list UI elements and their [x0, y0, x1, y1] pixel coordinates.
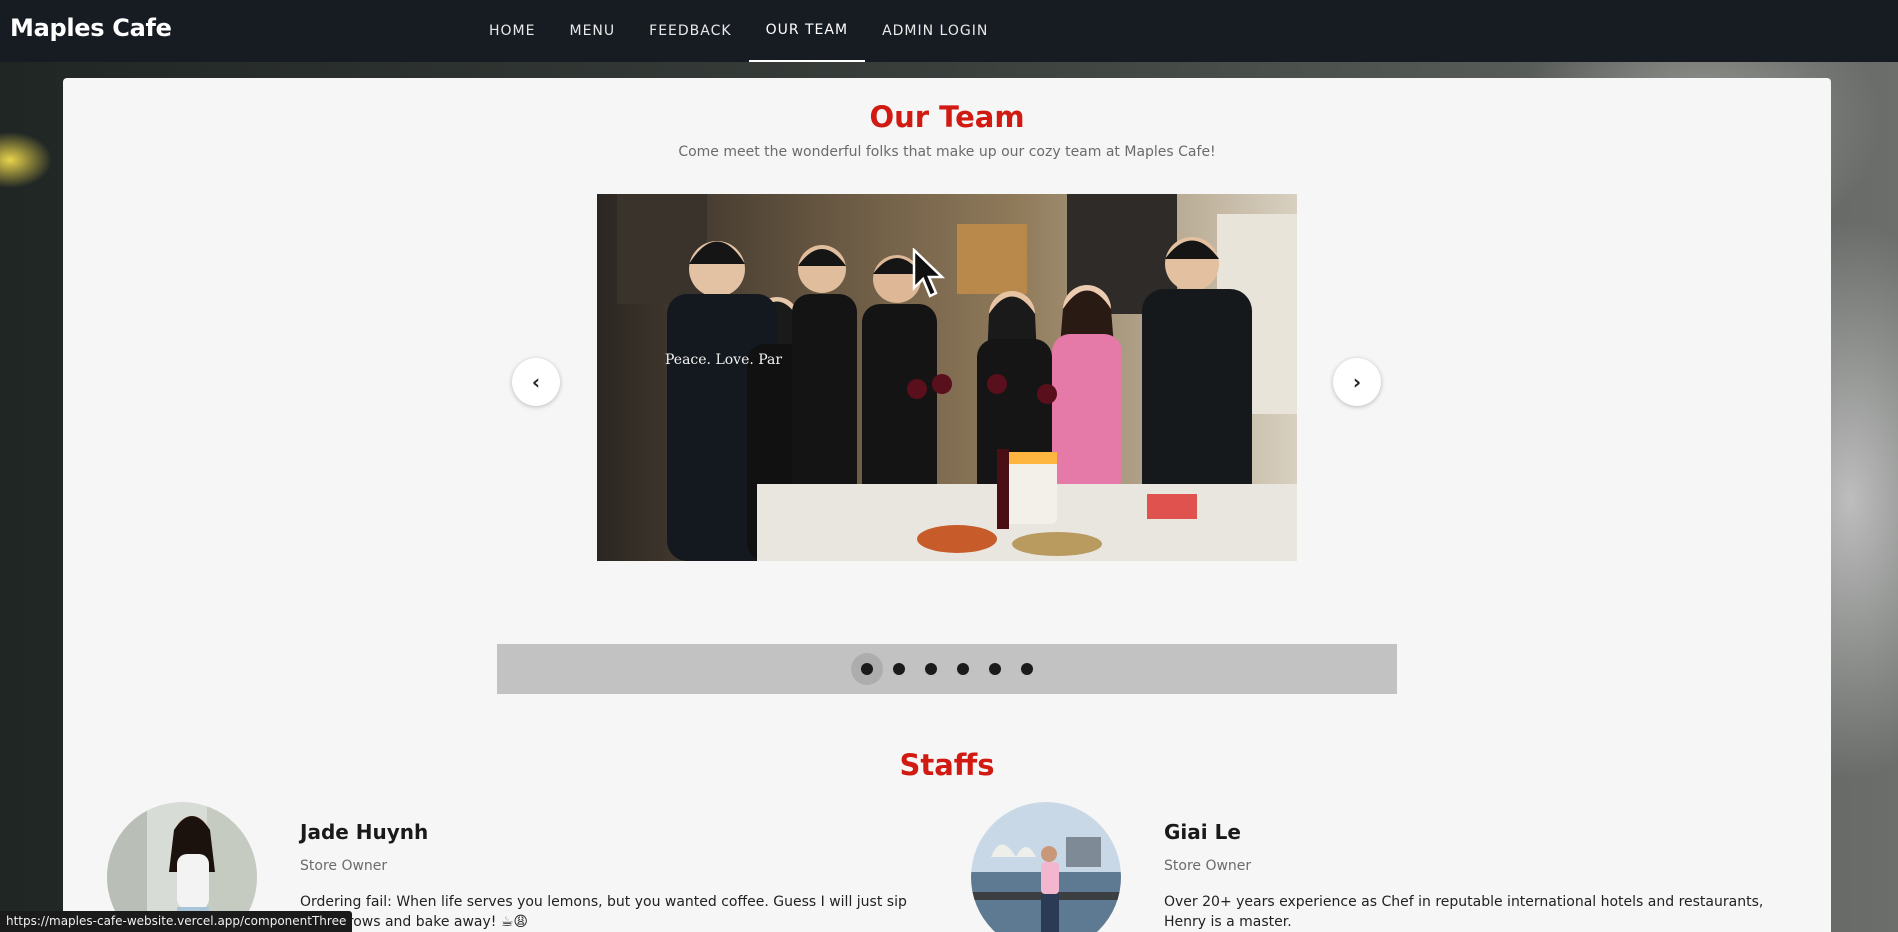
staff-bio: Ordering fail: When life serves you lemo… [300, 894, 907, 930]
nav-feedback[interactable]: FEEDBACK [632, 0, 748, 62]
staffs-title: Staffs [899, 748, 995, 782]
staff-role: Store Owner [300, 858, 388, 874]
nav-links: HOME MENU FEEDBACK OUR TEAM ADMIN LOGIN [472, 0, 1005, 62]
our-team-title: Our Team [869, 100, 1025, 134]
carousel-dot-3[interactable] [915, 653, 947, 685]
carousel-dot-1[interactable] [851, 653, 883, 685]
our-team-subtitle: Come meet the wonderful folks that make … [678, 144, 1216, 160]
svg-text:Peace. Love. Par: Peace. Love. Par [665, 352, 782, 368]
carousel-dot-5[interactable] [979, 653, 1011, 685]
carousel-dot-2[interactable] [883, 653, 915, 685]
carousel-next-button[interactable]: › [1333, 358, 1381, 406]
nav-admin-login[interactable]: ADMIN LOGIN [865, 0, 1005, 62]
mouse-cursor-icon [912, 248, 946, 298]
staff-role: Store Owner [1164, 858, 1252, 874]
chevron-left-icon: ‹ [531, 370, 541, 394]
staff-card-giai: Giai Le Store Owner Over 20+ years exper… [971, 802, 1791, 932]
carousel-dot-4[interactable] [947, 653, 979, 685]
chevron-right-icon: › [1352, 370, 1362, 394]
team-photo: Peace. Love. Par [597, 194, 1297, 561]
nav-menu[interactable]: MENU [552, 0, 632, 62]
status-bar-url: https://maples-cafe-website.vercel.app/c… [0, 911, 353, 932]
carousel-dot-6[interactable] [1011, 653, 1043, 685]
top-navbar: Maples Cafe HOME MENU FEEDBACK OUR TEAM … [0, 0, 1898, 62]
carousel-slide-image[interactable]: Peace. Love. Par [597, 194, 1297, 561]
staff-bio: Over 20+ years experience as Chef in rep… [1164, 894, 1764, 930]
staff-name: Giai Le [1164, 820, 1241, 844]
brand-logo[interactable]: Maples Cafe [10, 14, 172, 42]
nav-home[interactable]: HOME [472, 0, 552, 62]
avatar [971, 802, 1121, 932]
staff-name: Jade Huynh [300, 820, 429, 844]
carousel-indicators [497, 644, 1397, 694]
carousel-prev-button[interactable]: ‹ [512, 358, 560, 406]
nav-our-team[interactable]: OUR TEAM [748, 0, 866, 62]
